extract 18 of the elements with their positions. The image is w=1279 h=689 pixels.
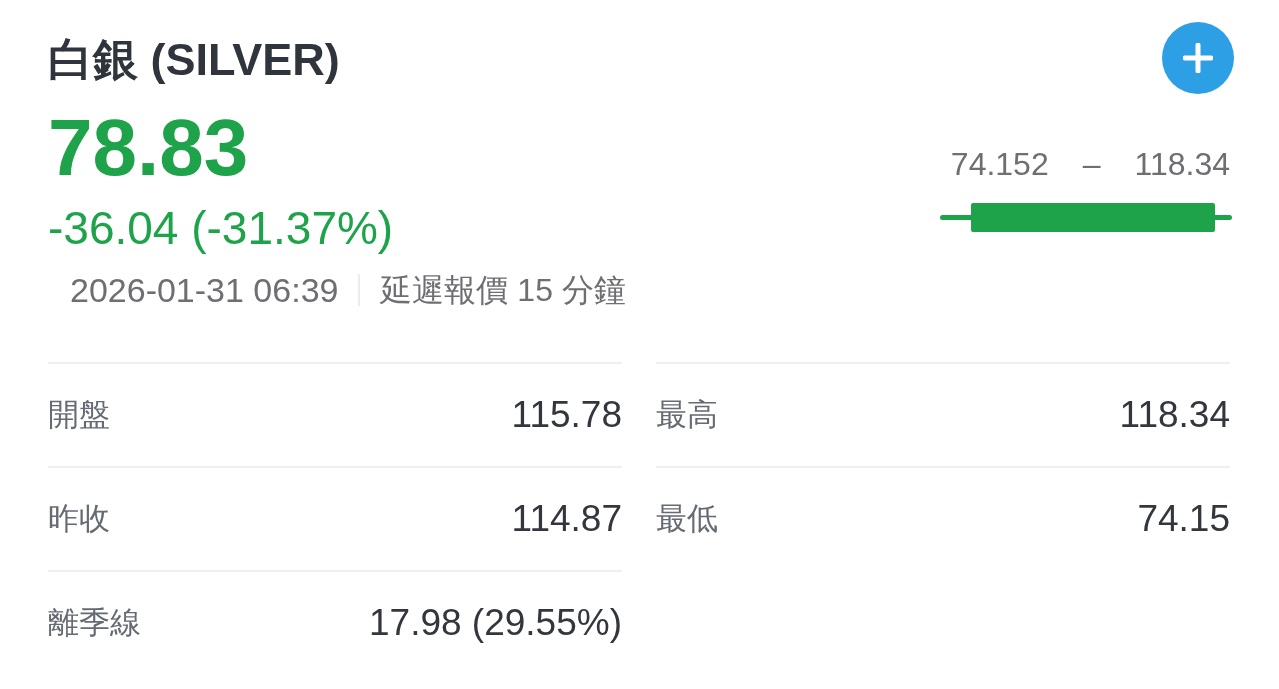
quote-timestamp: 2026-01-31 06:39 xyxy=(70,273,339,307)
range-separator: – xyxy=(1082,148,1101,180)
stat-value: 114.87 xyxy=(511,499,622,539)
range-low: 74.152 xyxy=(950,148,1049,180)
delay-note: 延遲報價 15 分鐘 xyxy=(380,273,626,307)
stat-value: 17.98 (29.55%) xyxy=(369,603,622,643)
stat-label: 昨收 xyxy=(48,501,110,537)
stat-value: 118.34 xyxy=(1119,395,1230,435)
stat-label: 最高 xyxy=(656,397,718,433)
range-high: 118.34 xyxy=(1134,148,1230,180)
stat-label: 開盤 xyxy=(48,397,110,433)
instrument-title: 白銀 (SILVER) xyxy=(48,35,340,85)
plus-icon xyxy=(1183,43,1213,73)
stat-value: 115.78 xyxy=(511,395,622,435)
last-price: 78.83 xyxy=(48,108,249,188)
stat-value: 74.15 xyxy=(1137,499,1230,539)
stat-label: 離季線 xyxy=(48,605,141,641)
stat-label: 最低 xyxy=(656,501,718,537)
